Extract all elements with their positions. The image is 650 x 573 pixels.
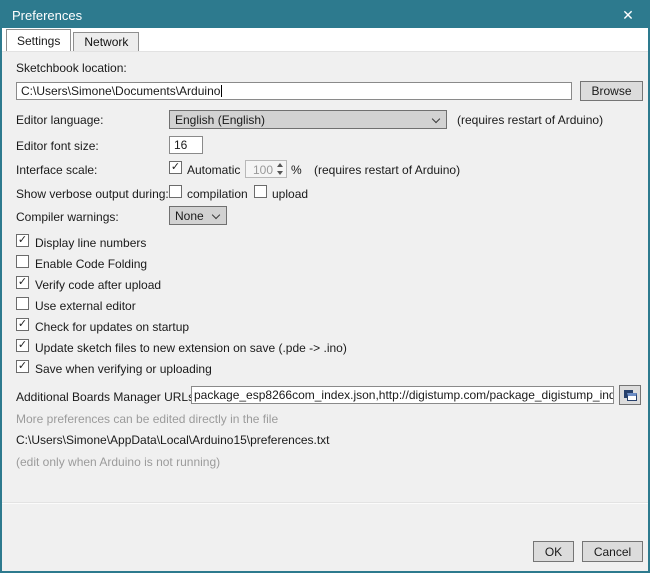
update-sketch-files-label: Update sketch files to new extension on … [35,341,347,355]
enable-code-folding-checkbox[interactable] [16,255,29,268]
titlebar[interactable]: Preferences ✕ [2,2,648,28]
tab-settings[interactable]: Settings [6,29,71,51]
upload-label: upload [272,187,308,201]
sketchbook-location-input[interactable]: C:\Users\Simone\Documents\Arduino [16,82,572,100]
use-external-editor-checkbox[interactable] [16,297,29,310]
enable-code-folding-label: Enable Code Folding [35,257,147,271]
display-line-numbers-checkbox[interactable]: ✓ [16,234,29,247]
sketchbook-location-value: C:\Users\Simone\Documents\Arduino [21,84,220,98]
verify-code-after-upload-label: Verify code after upload [35,278,161,292]
editor-language-value: English (English) [175,113,265,127]
editor-font-size-label: Editor font size: [16,139,99,153]
cancel-button[interactable]: Cancel [582,541,643,562]
text-caret [221,85,222,97]
automatic-checkbox[interactable]: ✓ [169,161,182,174]
editor-language-label: Editor language: [16,113,103,127]
interface-scale-label: Interface scale: [16,163,97,177]
chevron-down-icon [432,115,440,123]
check-for-updates-checkbox[interactable]: ✓ [16,318,29,331]
sketchbook-location-label: Sketchbook location: [16,61,127,75]
window-title: Preferences [12,8,82,23]
compilation-label: compilation [187,187,248,201]
update-sketch-files-checkbox[interactable]: ✓ [16,339,29,352]
spinner-down-icon[interactable] [275,169,286,177]
compiler-warnings-select[interactable]: None [169,206,227,225]
browse-button[interactable]: Browse [580,81,643,101]
spinner-up-icon[interactable] [275,161,286,169]
edit-only-note: (edit only when Arduino is not running) [16,455,220,469]
open-urls-editor-button[interactable] [619,385,641,405]
language-restart-note: (requires restart of Arduino) [457,113,603,127]
editor-font-size-value: 16 [174,138,187,152]
compilation-checkbox[interactable] [169,185,182,198]
boards-manager-urls-value: package_esp8266com_index.json,http://dig… [194,388,614,402]
boards-manager-urls-input[interactable]: package_esp8266com_index.json,http://dig… [191,386,614,404]
upload-checkbox[interactable] [254,185,267,198]
use-external-editor-label: Use external editor [35,299,136,313]
close-icon[interactable]: ✕ [608,2,648,28]
panel-separator [2,502,648,504]
compiler-warnings-value: None [175,209,204,223]
preferences-dialog: Preferences ✕ Settings Network Sketchboo… [0,0,650,573]
boards-manager-urls-label: Additional Boards Manager URLs: [16,390,197,404]
percent-label: % [291,163,302,177]
more-preferences-note: More preferences can be edited directly … [16,412,278,426]
scale-restart-note: (requires restart of Arduino) [314,163,460,177]
save-when-verifying-checkbox[interactable]: ✓ [16,360,29,373]
editor-font-size-input[interactable]: 16 [169,136,203,154]
verify-code-after-upload-checkbox[interactable]: ✓ [16,276,29,289]
interface-scale-spinner[interactable]: 100 [245,160,287,178]
check-for-updates-label: Check for updates on startup [35,320,189,334]
verbose-output-label: Show verbose output during: [16,187,169,201]
chevron-down-icon [212,211,220,219]
editor-language-select[interactable]: English (English) [169,110,447,129]
display-line-numbers-label: Display line numbers [35,236,146,250]
preferences-file-path: C:\Users\Simone\AppData\Local\Arduino15\… [16,433,330,447]
tab-strip: Settings Network [2,28,648,52]
save-when-verifying-label: Save when verifying or uploading [35,362,212,376]
compiler-warnings-label: Compiler warnings: [16,210,119,224]
tab-network[interactable]: Network [73,32,139,51]
overlapping-windows-icon [624,390,637,401]
automatic-label: Automatic [187,163,240,177]
ok-button[interactable]: OK [533,541,574,562]
interface-scale-value: 100 [246,161,275,177]
